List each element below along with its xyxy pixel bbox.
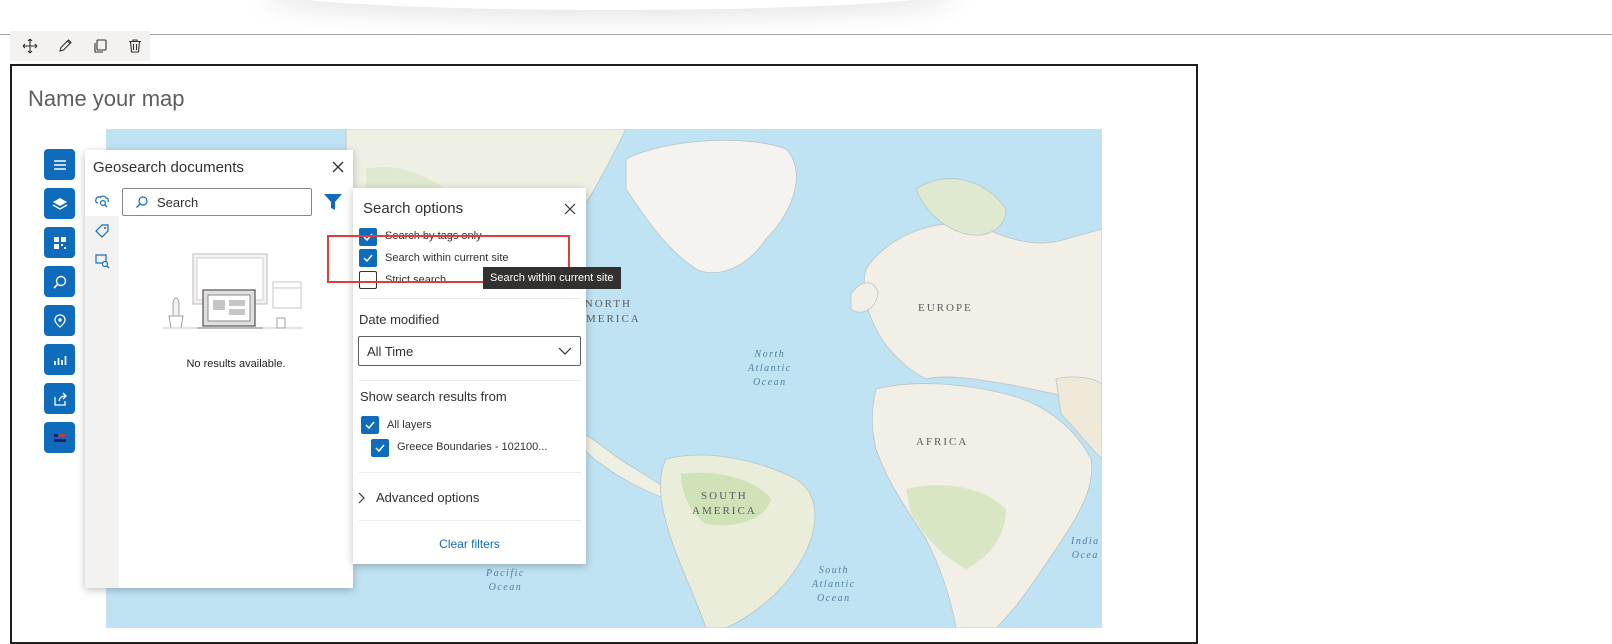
clear-filters-link[interactable]: Clear filters bbox=[353, 537, 586, 551]
label-europe: EUROPE bbox=[918, 302, 973, 314]
panel-tabs bbox=[85, 186, 119, 588]
divider bbox=[359, 472, 581, 473]
edit-icon[interactable] bbox=[53, 34, 77, 58]
close-icon[interactable] bbox=[564, 202, 576, 215]
geosearch-icon[interactable] bbox=[44, 305, 75, 336]
qr-icon[interactable] bbox=[44, 227, 75, 258]
filter-icon[interactable] bbox=[323, 192, 343, 217]
label-indian: India Ocea bbox=[1071, 536, 1100, 561]
label-all-layers: All layers bbox=[387, 419, 432, 431]
legend-icon[interactable] bbox=[44, 422, 75, 453]
layers-icon[interactable] bbox=[44, 188, 75, 219]
search-options-title: Search options bbox=[363, 200, 464, 217]
search-input-box[interactable] bbox=[122, 188, 312, 216]
show-results-label: Show search results from bbox=[360, 389, 507, 404]
search-input[interactable] bbox=[155, 193, 309, 211]
date-modified-dropdown[interactable]: All Time bbox=[358, 336, 581, 366]
menu-icon[interactable] bbox=[44, 149, 75, 180]
geosearch-panel: Geosearch documents No results available… bbox=[85, 150, 353, 588]
dropdown-value: All Time bbox=[367, 344, 414, 359]
section-divider bbox=[0, 34, 1612, 35]
checkbox-greece-boundaries[interactable] bbox=[371, 439, 389, 457]
label-pacific: Pacific Ocean bbox=[486, 568, 525, 593]
checkbox-all-layers[interactable] bbox=[361, 416, 379, 434]
tab-search-results[interactable] bbox=[85, 246, 119, 276]
top-shadow bbox=[260, 0, 960, 10]
label-north-atlantic: North Atlantic Ocean bbox=[748, 349, 792, 388]
advanced-options-label: Advanced options bbox=[376, 490, 480, 505]
advanced-options-toggle[interactable]: Advanced options bbox=[358, 490, 479, 505]
divider bbox=[359, 520, 581, 521]
label-africa: AFRICA bbox=[916, 436, 969, 448]
label-south-atlantic: South Atlantic Ocean bbox=[812, 565, 856, 604]
tab-geosearch[interactable] bbox=[85, 186, 119, 216]
map-title[interactable]: Name your map bbox=[28, 86, 185, 112]
panel-title: Geosearch documents bbox=[93, 159, 244, 176]
search-icon[interactable] bbox=[44, 266, 75, 297]
duplicate-icon[interactable] bbox=[88, 34, 112, 58]
webpart-toolbar bbox=[10, 31, 150, 61]
analytics-icon[interactable] bbox=[44, 344, 75, 375]
chevron-right-icon bbox=[358, 492, 365, 503]
search-icon bbox=[136, 196, 148, 208]
empty-state-illustration bbox=[163, 252, 303, 337]
divider bbox=[359, 298, 581, 299]
close-icon[interactable] bbox=[331, 160, 345, 174]
chevron-down-icon bbox=[558, 347, 572, 355]
divider bbox=[359, 380, 581, 381]
move-icon[interactable] bbox=[18, 34, 42, 58]
map-tool-rail bbox=[44, 149, 75, 461]
label-south-america: SOUTH AMERICA bbox=[692, 490, 757, 517]
tab-tags[interactable] bbox=[85, 216, 119, 246]
share-icon[interactable] bbox=[44, 383, 75, 414]
no-results-text: No results available. bbox=[186, 358, 286, 370]
tooltip: Search within current site bbox=[483, 267, 621, 289]
delete-icon[interactable] bbox=[123, 34, 147, 58]
date-modified-label: Date modified bbox=[359, 312, 440, 327]
label-greece-boundaries: Greece Boundaries - 102100... bbox=[397, 441, 548, 453]
